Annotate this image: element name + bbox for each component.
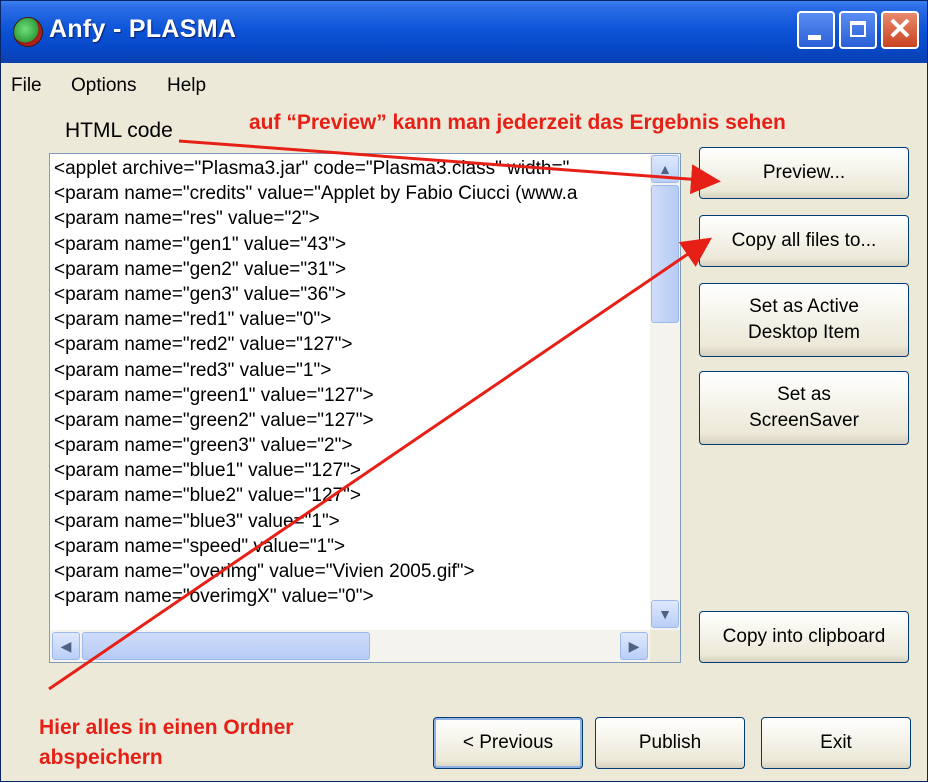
code-line: <param name="red3" value="1">: [54, 359, 332, 381]
menu-file[interactable]: File: [11, 75, 42, 97]
set-screensaver-button[interactable]: Set as ScreenSaver: [699, 371, 909, 445]
code-line: <param name="gen3" value="36">: [54, 283, 347, 305]
minimize-icon: [808, 35, 821, 40]
maximize-button[interactable]: [839, 11, 877, 49]
set-active-desktop-button[interactable]: Set as Active Desktop Item: [699, 283, 909, 357]
annotation-save-hint: Hier alles in einen Ordner abspeichern: [39, 713, 293, 773]
horizontal-scroll-thumb[interactable]: [82, 632, 370, 660]
window-title: Anfy - PLASMA: [49, 15, 237, 43]
code-line: <param name="blue2" value="127">: [54, 485, 361, 507]
code-line: <param name="credits" value="Applet by F…: [54, 183, 578, 205]
chevron-left-icon: ◀: [60, 638, 72, 654]
scroll-up-button[interactable]: ▲: [651, 155, 679, 183]
code-line: <param name="overimg" value="Vivien 2005…: [54, 561, 475, 582]
scroll-down-button[interactable]: ▼: [651, 600, 679, 628]
app-window: Anfy - PLASMA ✕ File Options Help HTML c…: [0, 0, 928, 782]
code-line: <param name="overimgX" value="0">: [54, 586, 374, 608]
code-line: <param name="red2" value="127">: [54, 334, 353, 356]
code-line: <applet archive="Plasma3.jar" code="Plas…: [54, 158, 570, 179]
preview-button[interactable]: Preview...: [699, 147, 909, 199]
active-desktop-label-line2: Desktop Item: [748, 322, 860, 343]
chevron-down-icon: ▼: [658, 606, 672, 622]
plasma-app-icon: [13, 17, 43, 47]
code-line: <param name="blue1" value="127">: [54, 460, 361, 482]
menu-help[interactable]: Help: [167, 75, 206, 97]
maximize-icon: [850, 21, 866, 37]
vertical-scroll-thumb[interactable]: [651, 185, 679, 323]
close-button[interactable]: ✕: [881, 11, 919, 49]
preview-button-label: Preview...: [762, 162, 846, 183]
scroll-left-button[interactable]: ◀: [52, 632, 80, 660]
code-line: <param name="green3" value="2">: [54, 435, 353, 457]
vertical-scrollbar[interactable]: ▲ ▼: [650, 154, 680, 630]
code-line: <param name="red1" value="0">: [54, 309, 332, 331]
code-line: <param name="blue3" value="1">: [54, 510, 340, 532]
html-code-textarea[interactable]: <applet archive="Plasma3.jar" code="Plas…: [49, 153, 681, 663]
copy-all-files-label: Copy all files to...: [731, 230, 877, 251]
copy-all-files-button[interactable]: Copy all files to...: [699, 215, 909, 267]
code-line: <param name="gen1" value="43">: [54, 233, 347, 255]
title-bar[interactable]: Anfy - PLASMA ✕: [1, 1, 927, 63]
exit-button-label: Exit: [820, 732, 852, 753]
annotation-preview-hint: auf “Preview” kann man jederzeit das Erg…: [249, 111, 786, 134]
chevron-right-icon: ▶: [628, 638, 640, 654]
scroll-right-button[interactable]: ▶: [620, 632, 648, 660]
code-lines: <applet archive="Plasma3.jar" code="Plas…: [54, 156, 650, 609]
screensaver-label-line1: Set as: [777, 384, 831, 405]
menu-options[interactable]: Options: [71, 75, 136, 97]
horizontal-scrollbar[interactable]: ◀ ▶: [50, 630, 650, 662]
exit-button[interactable]: Exit: [761, 717, 911, 769]
chevron-up-icon: ▲: [658, 161, 672, 177]
previous-button[interactable]: < Previous: [433, 717, 583, 769]
code-line: <param name="gen2" value="31">: [54, 258, 347, 280]
annotation-save-line2: abspeichern: [39, 746, 163, 769]
copy-into-clipboard-button[interactable]: Copy into clipboard: [699, 611, 909, 663]
html-code-label: HTML code: [65, 119, 173, 142]
copy-clipboard-label: Copy into clipboard: [722, 626, 886, 647]
annotation-save-line1: Hier alles in einen Ordner: [39, 716, 294, 739]
code-line: <param name="green2" value="127">: [54, 409, 374, 431]
close-icon: ✕: [887, 13, 913, 46]
menu-bar: File Options Help: [1, 63, 927, 107]
minimize-button[interactable]: [797, 11, 835, 49]
active-desktop-label-line1: Set as Active: [749, 296, 859, 317]
code-line: <param name="res" value="2">: [54, 208, 320, 230]
code-line: <param name="green1" value="127">: [54, 384, 374, 406]
previous-button-label: < Previous: [462, 732, 554, 753]
screensaver-label-line2: ScreenSaver: [749, 410, 859, 431]
publish-button-label: Publish: [638, 732, 702, 753]
scroll-corner: [650, 630, 680, 662]
publish-button[interactable]: Publish: [595, 717, 745, 769]
code-line: <param name="speed" value="1">: [54, 535, 346, 557]
